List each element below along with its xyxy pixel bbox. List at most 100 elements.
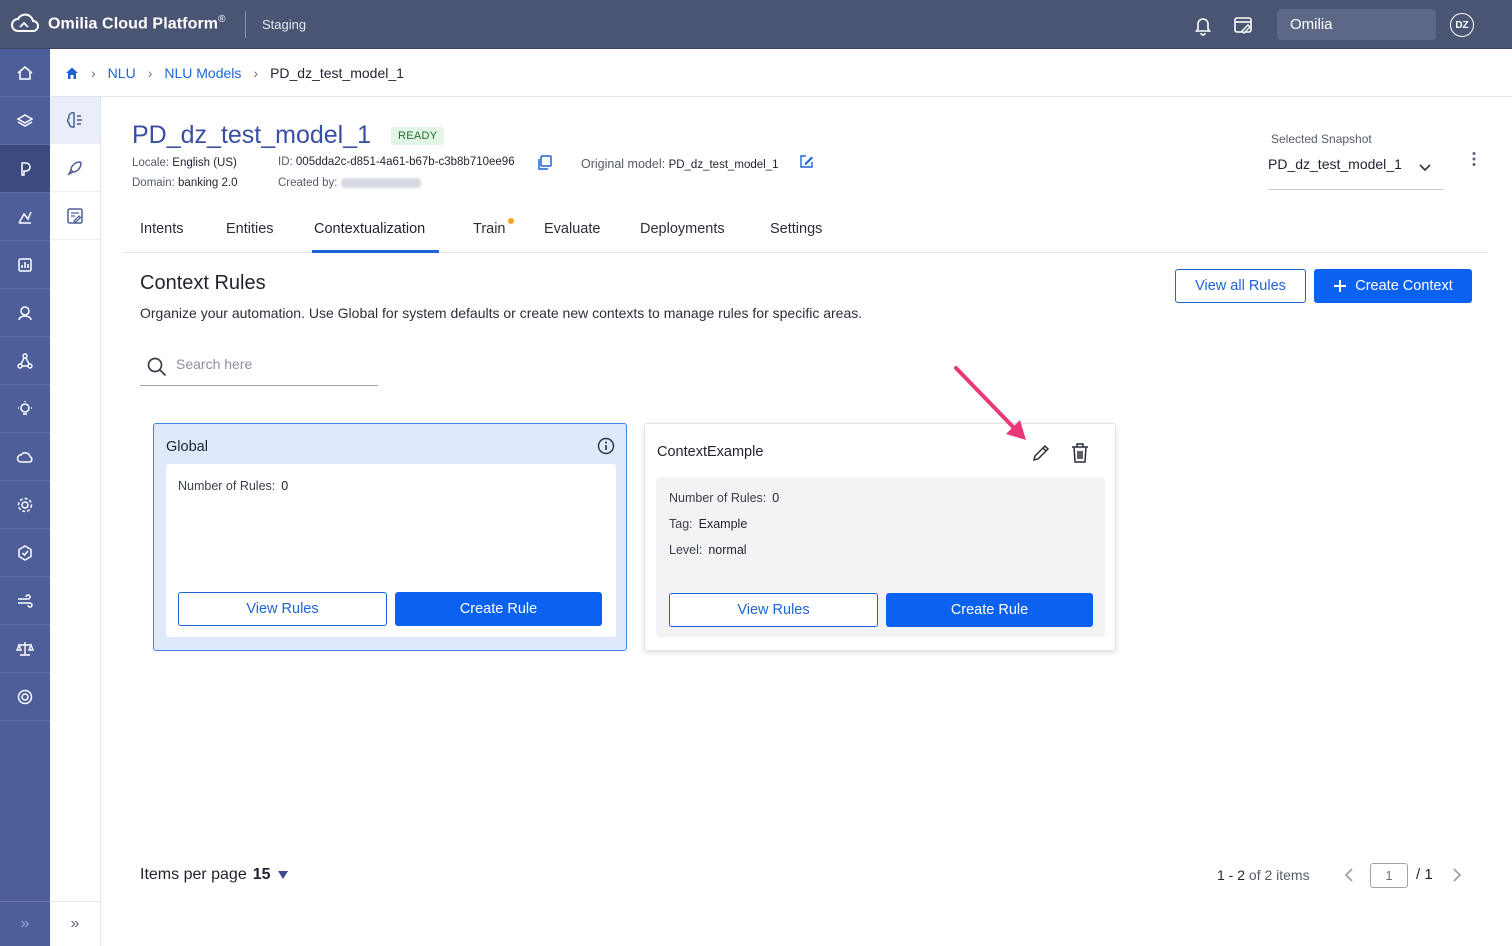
pagination-range: 1 - 2 of 2 items [1217,867,1310,883]
crumb-current: PD_dz_test_model_1 [270,64,404,81]
top-bar: Omilia Cloud Platform® Staging Omilia DZ [0,0,1512,49]
home-crumb-icon[interactable] [65,66,79,80]
app-name: Omilia Cloud Platform® [48,14,226,33]
view-rules-button[interactable]: View Rules [669,593,878,627]
rules-count: Number of Rules: 0 [178,479,289,493]
chevron-down-icon [1418,160,1432,174]
home-icon[interactable] [0,49,50,97]
support-icon[interactable] [0,673,50,721]
tab-deployments[interactable]: Deployments [640,221,725,237]
edit-list-icon[interactable] [50,192,100,240]
agent-icon[interactable] [0,289,50,337]
app-logo[interactable]: Omilia Cloud Platform® [10,12,226,36]
annotation-arrow-icon [950,362,1030,442]
copy-icon[interactable] [537,155,552,170]
info-icon[interactable] [597,437,615,455]
crumb-separator: › [147,64,153,81]
hexagon-icon[interactable] [0,529,50,577]
page-total: / 1 [1416,866,1433,883]
nlu-icon[interactable] [0,145,50,193]
context-card-global[interactable]: Global Number of Rules: 0 View Rules Crea… [153,423,627,651]
per-page-label: Items per page [140,866,247,883]
reports-icon[interactable] [0,241,50,289]
original-model-meta: Original model: PD_dz_test_model_1 [581,157,779,171]
environment-label: Staging [262,17,307,32]
lightbulb-icon[interactable] [0,385,50,433]
tab-intents[interactable]: Intents [140,221,184,237]
card-body: Number of Rules: 0 Tag: Example Level: norm… [656,477,1105,637]
expand-subrail-icon[interactable]: » [50,901,100,946]
topbar-divider [245,11,246,38]
balance-scale-icon[interactable] [0,625,50,673]
locale-meta: Locale: English (US) [132,157,237,169]
snapshot-select[interactable]: PD_dz_test_model_1 [1268,150,1444,190]
crumb-separator: › [253,64,259,81]
id-meta: ID: 005dda2c-d851-4a61-b67b-c3b8b710ee96 [278,156,515,168]
search-icon [147,357,167,377]
user-avatar[interactable]: DZ [1450,13,1474,37]
analytics-icon[interactable] [0,193,50,241]
search-input[interactable] [176,356,371,372]
organization-select[interactable]: Omilia [1277,9,1436,40]
create-rule-button[interactable]: Create Rule [395,592,602,626]
card-body: Number of Rules: 0 View Rules Create Rule [166,464,616,637]
breadcrumb: › NLU › NLU Models › PD_dz_test_model_1 [50,49,1512,97]
cloud-logo-icon [11,13,39,32]
tag-value: Tag: Example [669,517,748,531]
level-value: Level: normal [669,543,747,557]
tab-evaluate[interactable]: Evaluate [544,221,600,237]
tab-entities[interactable]: Entities [226,221,274,237]
snapshot-label: Selected Snapshot [1271,132,1372,146]
active-tab-indicator [312,250,439,253]
expand-rail-icon[interactable]: » [0,901,50,946]
section-description: Organize your automation. Use Global for… [140,305,863,321]
created-by-meta: Created by: [278,177,421,189]
chevron-right-icon[interactable] [1450,867,1464,883]
more-options-icon[interactable] [1466,151,1482,167]
rules-count: Number of Rules: 0 [669,491,780,505]
chevron-left-icon[interactable] [1342,867,1356,883]
settings-gear-icon[interactable] [0,481,50,529]
rocket-icon[interactable] [50,144,100,192]
snapshot-value: PD_dz_test_model_1 [1268,156,1402,172]
card-title: Global [166,439,208,455]
section-title: Context Rules [140,272,266,294]
network-icon[interactable] [0,337,50,385]
model-tabs: Intents Entities Contextualization Train… [124,210,1488,253]
model-brain-icon[interactable] [50,96,100,144]
layers-icon[interactable] [0,97,50,145]
secondary-nav-rail: » [50,96,101,946]
tab-settings[interactable]: Settings [770,221,822,237]
model-title: PD_dz_test_model_1 [132,121,372,149]
create-rule-button[interactable]: Create Rule [886,593,1093,627]
per-page-value: 15 [252,866,271,883]
page-number-input[interactable]: 1 [1370,863,1408,888]
card-title: ContextExample [657,444,764,460]
crumb-nlu[interactable]: NLU [108,65,136,81]
bell-icon[interactable] [1192,14,1214,36]
trash-icon[interactable] [1070,442,1090,464]
main-nav-rail: » [0,49,50,946]
plus-icon [1334,280,1347,292]
train-notification-dot [508,218,514,224]
edit-original-icon[interactable] [799,154,814,169]
crumb-separator: › [91,64,96,81]
view-rules-button[interactable]: View Rules [178,592,387,626]
pencil-edit-icon[interactable] [1031,443,1051,463]
create-context-button[interactable]: Create Context [1314,269,1472,303]
create-context-label: Create Context [1355,278,1453,294]
items-per-page[interactable]: Items per page 15 [140,866,289,884]
domain-meta: Domain: banking 2.0 [132,177,238,189]
wind-icon[interactable] [0,577,50,625]
caret-down-icon [277,871,288,879]
tab-contextualization[interactable]: Contextualization [314,221,425,237]
crumb-nlu-models[interactable]: NLU Models [164,65,241,81]
view-all-rules-button[interactable]: View all Rules [1175,269,1306,303]
context-card-contextexample[interactable]: ContextExample Number of Rules: 0 Tag: Exa… [644,423,1116,651]
search-box [140,348,378,386]
release-notes-icon[interactable] [1232,14,1254,36]
tab-train[interactable]: Train [473,221,506,237]
status-badge: READY [391,127,445,145]
cloud-icon[interactable] [0,433,50,481]
redacted-creator [340,177,421,188]
